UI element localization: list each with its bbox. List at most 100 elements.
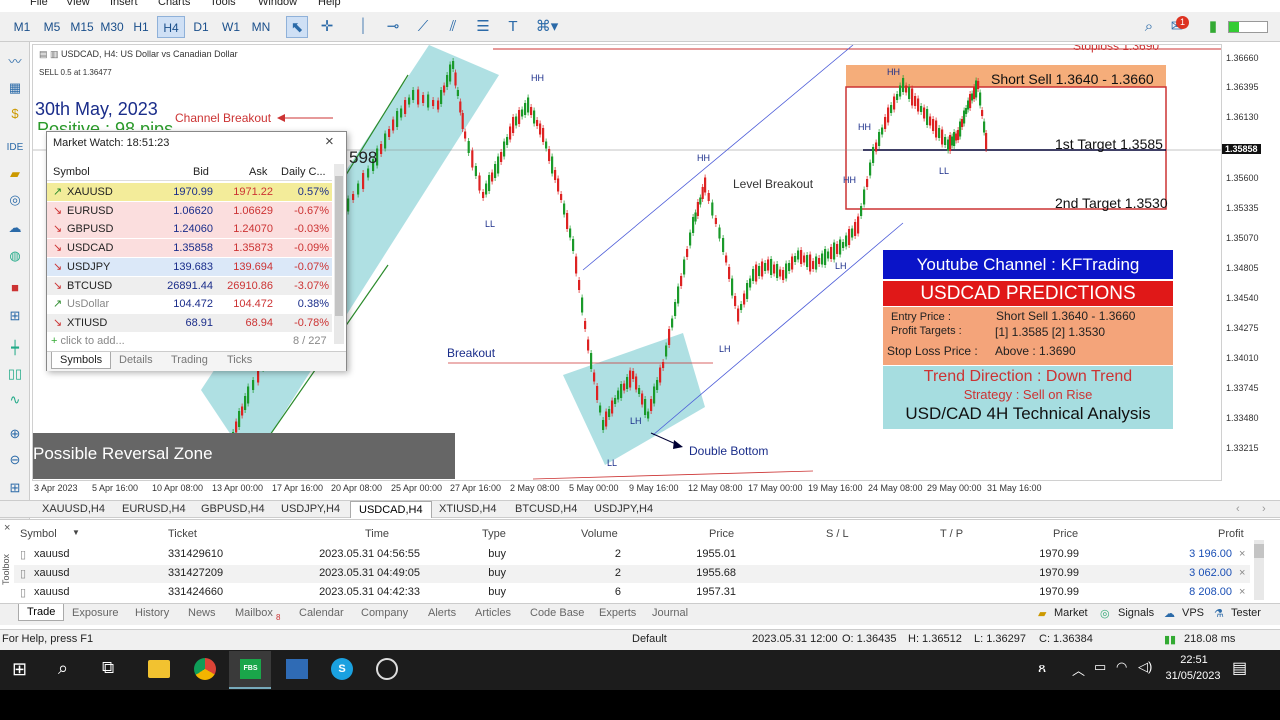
chart-tab[interactable]: USDJPY,H4 [594,503,653,515]
chrome-icon[interactable] [194,658,216,680]
tab-trade[interactable]: Trade [18,604,65,621]
close-position-icon[interactable]: × [1239,567,1245,579]
close-icon[interactable]: × [325,133,334,150]
add-symbol-input[interactable]: + click to add... [51,335,125,347]
timeframe-m15[interactable]: M15 [68,16,96,38]
timeframe-d1[interactable]: D1 [188,16,214,38]
sort-down-icon[interactable]: ▼ [72,528,80,537]
tab-company[interactable]: Company [361,607,408,619]
search-icon[interactable]: ⌕ [1138,16,1160,38]
skype-icon[interactable]: S [331,658,353,680]
tester-button[interactable]: Tester [1231,607,1261,619]
line-chart-icon[interactable]: 〰 [5,52,25,72]
tab-details[interactable]: Details [119,354,153,366]
notifications-icon[interactable]: ▤ [1232,658,1247,678]
scrollbar[interactable] [334,164,344,344]
market-watch-row[interactable]: ↘ EURUSD 1.06620 1.06629 -0.67% [47,201,332,220]
timeframe-mn[interactable]: MN [247,16,275,38]
menu-insert[interactable]: Insert [110,0,138,8]
market-watch-row[interactable]: ↗ XAUUSD 1970.99 1971.22 0.57% [47,183,332,201]
close-position-icon[interactable]: × [1239,586,1245,598]
market-watch-row[interactable]: ↘ USDCAD 1.35858 1.35873 -0.09% [47,239,332,258]
candles-icon[interactable]: ▯▯ [5,364,25,384]
grid-icon[interactable]: ⊞ [5,478,25,498]
col-bid[interactable]: Bid [193,166,209,178]
text-tool-icon[interactable]: T [502,16,524,38]
col-current-price[interactable]: Price [1053,528,1078,540]
market-button[interactable]: Market [1054,607,1088,619]
tab-symbols[interactable]: Symbols [51,352,112,369]
menu-file[interactable]: File [30,0,48,8]
market-watch-row[interactable]: ↘ XTIUSD 68.91 68.94 -0.78% [47,313,332,332]
chart-tab[interactable]: USDJPY,H4 [281,503,340,515]
menu-tools[interactable]: Tools [210,0,236,8]
dashboard-icon[interactable]: ▦ [5,78,25,98]
tab-experts[interactable]: Experts [599,607,636,619]
col-symbol[interactable]: Symbol [53,166,90,178]
timeframe-w1[interactable]: W1 [218,16,244,38]
chart-tab[interactable]: BTCUSD,H4 [515,503,577,515]
timeframe-m1[interactable]: M1 [8,16,36,38]
col-sl[interactable]: S / L [826,528,849,540]
tab-mailbox[interactable]: Mailbox [235,607,273,619]
chart-tab[interactable]: EURUSD,H4 [122,503,186,515]
stop-icon[interactable]: ■ [5,278,25,298]
menu-help[interactable]: Help [318,0,341,8]
close-position-icon[interactable]: × [1239,548,1245,560]
dollar-icon[interactable]: $ [5,104,25,124]
line-icon[interactable]: ∿ [5,390,25,410]
clock-date[interactable]: 31/05/2023 [1160,670,1226,682]
tab-news[interactable]: News [188,607,216,619]
col-type[interactable]: Type [482,528,506,540]
chart-tab[interactable]: XAUUSD,H4 [42,503,105,515]
task-view-icon[interactable]: ⧉ [102,658,114,678]
timeframe-m30[interactable]: M30 [98,16,126,38]
people-icon[interactable]: ጸ [1038,659,1046,676]
crosshair-tool-icon[interactable]: ✛ [316,16,338,38]
market-watch-row[interactable]: ↗ UsDollar 104.472 104.472 0.38% [47,295,332,314]
volume-icon[interactable]: ◁) [1138,659,1152,675]
tab-history[interactable]: History [135,607,169,619]
col-symbol[interactable]: Symbol [20,528,57,540]
tab-calendar[interactable]: Calendar [299,607,344,619]
briefcase-icon[interactable]: ▰ [5,164,25,184]
timeframe-h4[interactable]: H4 [157,16,185,38]
bars-icon[interactable]: ┿ [5,338,25,358]
photos-icon[interactable] [286,659,308,679]
chart-tab[interactable]: XTIUSD,H4 [439,503,496,515]
wifi-icon[interactable]: ◠ [1116,659,1127,675]
market-watch-row[interactable]: ↘ USDJPY 139.683 139.694 -0.07% [47,257,332,276]
col-price[interactable]: Price [709,528,734,540]
channel-tool-icon[interactable]: ⫽ [442,16,464,38]
cursor-tool-icon[interactable]: ⬉ [286,16,308,38]
file-explorer-icon[interactable] [148,660,170,678]
menu-charts[interactable]: Charts [158,0,190,8]
battery-icon[interactable]: ▭ [1094,659,1106,675]
signals-button[interactable]: Signals [1118,607,1154,619]
windows-start-icon[interactable]: ⊞ [12,659,27,680]
col-daily-change[interactable]: Daily C... [281,166,326,178]
obs-icon[interactable] [376,658,398,680]
tab-alerts[interactable]: Alerts [428,607,456,619]
col-ask[interactable]: Ask [249,166,267,178]
globe-icon[interactable]: ◍ [5,246,25,266]
vps-button[interactable]: VPS [1182,607,1204,619]
tab-exposure[interactable]: Exposure [72,607,118,619]
col-time[interactable]: Time [365,528,389,540]
col-ticket[interactable]: Ticket [168,528,197,540]
show-hidden-icons[interactable]: ︿ [1072,660,1085,679]
tab-journal[interactable]: Journal [652,607,688,619]
horizontal-line-icon[interactable]: ⊸ [382,16,404,38]
market-watch-row[interactable]: ↘ GBPUSD 1.24060 1.24070 -0.03% [47,220,332,239]
cloud-icon[interactable]: ☁ [5,218,25,238]
zoom-in-icon[interactable]: ⊕ [5,424,25,444]
tab-code-base[interactable]: Code Base [530,607,584,619]
trend-line-icon[interactable]: ⟋ [412,16,434,38]
menu-window[interactable]: Window [258,0,297,8]
fbs-app-icon[interactable]: FBS [240,659,261,679]
add-icon[interactable]: ⊞ [5,306,25,326]
tab-scroll-right-icon[interactable]: › [1262,503,1266,515]
toolbox-close-icon[interactable]: × [4,522,10,534]
timeframe-m5[interactable]: M5 [38,16,66,38]
shapes-tool-icon[interactable]: ⌘▾ [532,16,562,38]
